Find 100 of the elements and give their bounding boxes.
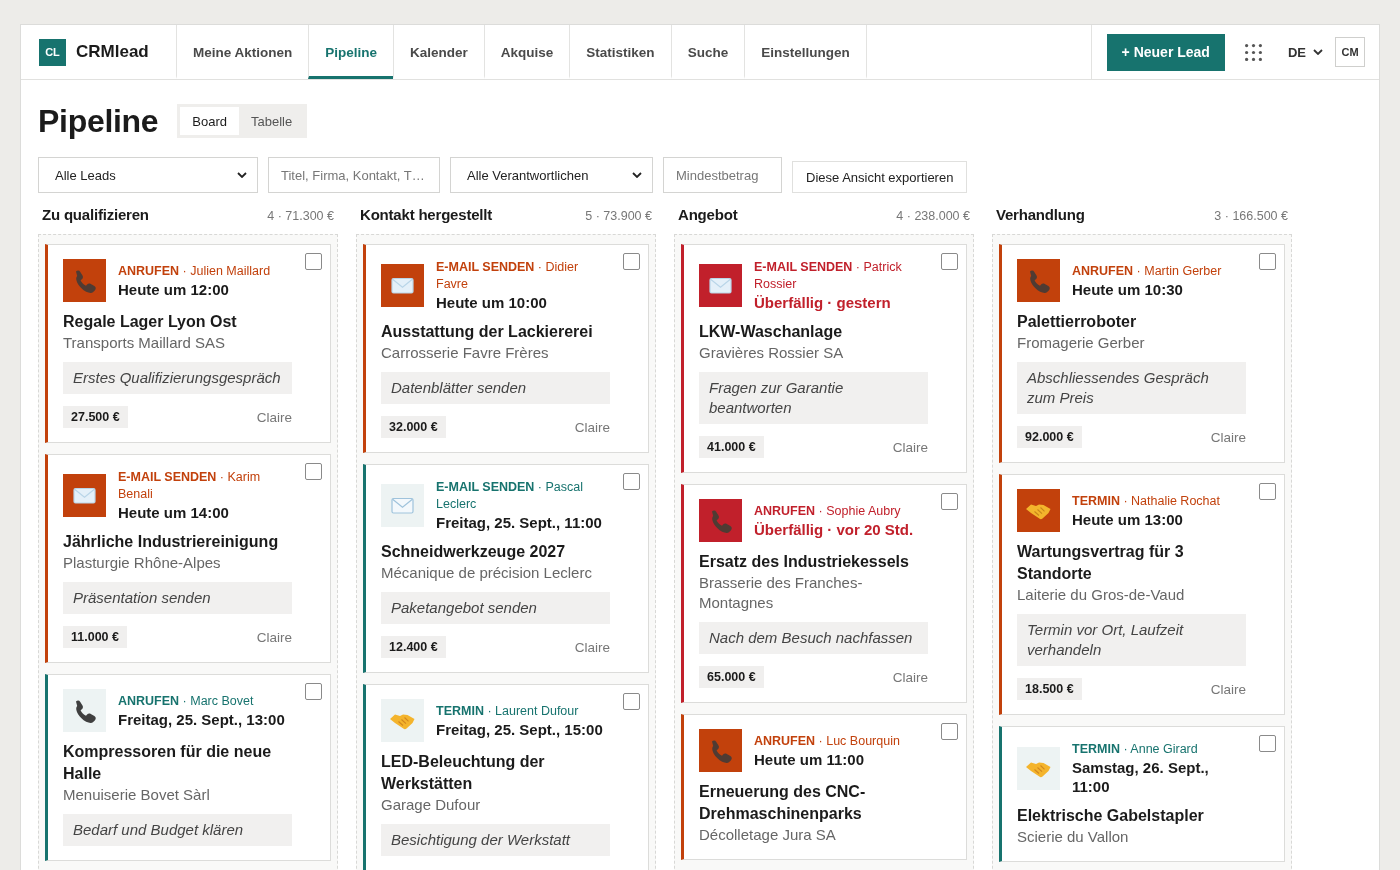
lead-card[interactable]: ANRUFEN · Martin Gerber Heute um 10:30 Palettierroboter Fromagerie Gerber Abschliessendes Gespräch zum Preis 92.000 € Claire <box>999 244 1285 463</box>
card-checkbox[interactable] <box>941 493 958 510</box>
lead-title: Ersatz des Industriekessels <box>699 552 910 572</box>
company-name: Brasserie des Franches-Montagnes <box>699 573 864 613</box>
brand-name: CRMlead <box>76 42 149 62</box>
owner-name: Claire <box>1210 429 1246 445</box>
next-step-note: Termin vor Ort, Laufzeit verhandeln <box>1017 614 1246 666</box>
company-name: Décolletage Jura SA <box>699 825 837 845</box>
nav-tab[interactable]: Akquise <box>483 25 570 79</box>
next-step-note: Besichtigung der Werkstatt <box>381 824 610 856</box>
company-name: Fromagerie Gerber <box>1017 333 1146 353</box>
user-avatar[interactable]: CM <box>1335 37 1365 67</box>
apps-grid-icon[interactable] <box>1244 43 1262 61</box>
action-line: E-MAIL SENDEN · Didier Favre <box>436 259 580 293</box>
language-select[interactable]: DE <box>1287 44 1323 60</box>
owner-name: Claire <box>1210 681 1246 697</box>
column-summary: 5 · 73.900 € <box>585 209 652 223</box>
logo-mark: CL <box>39 38 66 66</box>
card-checkbox[interactable] <box>1259 735 1276 752</box>
owner-filter-select[interactable]: Alle Verantwortlichen <box>450 157 653 193</box>
card-checkbox[interactable] <box>941 253 958 270</box>
deal-amount: 18.500 € <box>1017 678 1082 700</box>
next-step-note: Abschliessendes Gespräch zum Preis <box>1017 362 1246 414</box>
lead-card[interactable]: E-MAIL SENDEN · Patrick Rossier Überfällig · gestern LKW-Waschanlage Gravières Rossier SA Fragen zur Garantie beantworten 41.000 € Claire <box>681 244 967 473</box>
next-step-note: Nach dem Besuch nachfassen <box>699 622 928 654</box>
chevron-icon <box>632 172 642 178</box>
lead-card[interactable]: E-MAIL SENDEN · Didier Favre Heute um 10:00 Ausstattung der Lackiererei Carrosserie Favre Frères Datenblätter senden 32.000 € Claire <box>363 244 649 453</box>
card-checkbox[interactable] <box>623 473 640 490</box>
card-checkbox[interactable] <box>1259 253 1276 270</box>
next-step-note: Fragen zur Garantie beantworten <box>699 372 928 424</box>
page-title: Pipeline <box>38 102 159 141</box>
deal-amount: 12.400 € <box>381 636 446 658</box>
card-checkbox[interactable] <box>305 683 322 700</box>
due-time: Heute um 12:00 <box>118 279 230 299</box>
due-time: Heute um 10:00 <box>436 293 548 312</box>
nav-tab[interactable]: Pipeline <box>308 25 394 79</box>
chevron-icon <box>1313 49 1323 55</box>
action-line: ANRUFEN · Julien Maillard <box>118 262 271 280</box>
lead-card[interactable]: ANRUFEN · Julien Maillard Heute um 12:00 Regale Lager Lyon Ost Transports Maillard SAS Erstes Qualifizierungsgespräch 27.500 € Claire <box>45 244 331 443</box>
search-field[interactable]: Titel, Firma, Kontakt, T… <box>268 157 440 193</box>
card-checkbox[interactable] <box>623 693 640 710</box>
action-line: TERMIN · Laurent Dufour <box>436 702 580 720</box>
lead-title: Wartungsvertrag für 3 Standorte <box>1017 542 1185 584</box>
view-tab[interactable]: Tabelle <box>239 107 305 135</box>
next-step-note: Erstes Qualifizierungsgespräch <box>63 362 292 394</box>
next-step-note: Präsentation senden <box>63 582 292 614</box>
action-line: TERMIN · Nathalie Rochat <box>1072 492 1220 510</box>
card-checkbox[interactable] <box>623 253 640 270</box>
view-tab[interactable]: Board <box>180 107 239 135</box>
card-checkbox[interactable] <box>305 463 322 480</box>
due-time: Heute um 11:00 <box>754 749 866 769</box>
action-line: ANRUFEN · Sophie Aubry <box>754 502 902 520</box>
column-summary: 4 · 71.300 € <box>267 209 334 223</box>
lead-title: LED-Beleuchtung der Werkstätten <box>381 752 546 794</box>
company-name: Plasturgie Rhône-Alpes <box>63 553 222 573</box>
company-name: Menuiserie Bovet Sàrl <box>63 785 211 805</box>
action-line: TERMIN · Anne Girard <box>1072 741 1199 758</box>
company-name: Scierie du Vallon <box>1017 827 1130 847</box>
chevron-icon <box>237 172 247 178</box>
deal-amount: 27.500 € <box>63 406 128 428</box>
action-line: ANRUFEN · Marc Bovet <box>118 692 255 710</box>
lead-card[interactable]: TERMIN · Laurent Dufour Freitag, 25. Sept., 15:00 LED-Beleuchtung der Werkstätten Garage Dufour Besichtigung der Werkstatt <box>363 684 649 870</box>
min-amount-field[interactable]: Mindestbetrag <box>663 157 782 193</box>
lead-title: Schneidwerkzeuge 2027 <box>381 542 567 562</box>
nav-tab[interactable]: Meine Aktionen <box>176 25 309 79</box>
lead-title: Kompressoren für die neue Halle <box>63 742 273 784</box>
owner-name: Claire <box>574 419 610 435</box>
company-name: Gravières Rossier SA <box>699 343 845 363</box>
card-checkbox[interactable] <box>1259 483 1276 500</box>
owner-name: Claire <box>256 409 292 425</box>
nav-tab[interactable]: Statistiken <box>569 25 671 79</box>
nav-tab[interactable]: Suche <box>670 25 745 79</box>
lead-card[interactable]: ANRUFEN · Luc Bourquin Heute um 11:00 Erneuerung des CNC-Drehmaschinenparks Décolletage Jura SA <box>681 714 967 860</box>
lead-card[interactable]: ANRUFEN · Marc Bovet Freitag, 25. Sept., 13:00 Kompressoren für die neue Halle Menuiserie Bovet Sàrl Bedarf und Budget klären <box>45 674 331 861</box>
lead-title: Ausstattung der Lackiererei <box>381 322 594 342</box>
lead-card[interactable]: E-MAIL SENDEN · Karim Benali Heute um 14:00 Jährliche Industriereinigung Plasturgie Rhône-Alpes Präsentation senden 11.000 € Claire <box>45 454 331 663</box>
card-checkbox[interactable] <box>941 723 958 740</box>
nav-tab[interactable]: Kalender <box>393 25 484 79</box>
lead-filter-select[interactable]: Alle Leads <box>38 157 258 193</box>
lead-card[interactable]: ANRUFEN · Sophie Aubry Überfällig · vor 20 Std. Ersatz des Industriekessels Brasserie des Franches-Montagnes Nach dem Besuch nachfassen 65.000 € Claire <box>681 484 967 703</box>
lead-card[interactable]: TERMIN · Nathalie Rochat Heute um 13:00 Wartungsvertrag für 3 Standorte Laiterie du Gros-de-Vaud Termin vor Ort, Laufzeit verhandeln 18.500 € Claire <box>999 474 1285 715</box>
due-time: Freitag, 25. Sept., 15:00 <box>436 719 603 739</box>
lead-title: Regale Lager Lyon Ost <box>63 312 238 332</box>
new-lead-button[interactable]: + Neuer Lead <box>1106 33 1225 71</box>
company-name: Carrosserie Favre Frères <box>381 343 550 363</box>
column-summary: 4 · 238.000 € <box>896 209 970 223</box>
owner-name: Claire <box>892 669 928 685</box>
company-name: Transports Maillard SAS <box>63 333 226 353</box>
owner-name: Claire <box>574 639 610 655</box>
lead-card[interactable]: E-MAIL SENDEN · Pascal Leclerc Freitag, 25. Sept., 11:00 Schneidwerkzeuge 2027 Mécanique de précision Leclerc Paketangebot senden 12.400 € Claire <box>363 464 649 673</box>
column-title: Kontakt hergestellt <box>360 206 493 223</box>
nav-tab[interactable]: Einstellungen <box>744 25 867 79</box>
card-checkbox[interactable] <box>305 253 322 270</box>
next-step-note: Paketangebot senden <box>381 592 610 624</box>
deal-amount: 11.000 € <box>63 626 127 648</box>
due-time: Freitag, 25. Sept., 11:00 <box>436 513 603 532</box>
lead-card[interactable]: TERMIN · Anne Girard Samstag, 26. Sept., 11:00 Elektrische Gabelstapler Scierie du Vallon <box>999 726 1285 862</box>
due-time: Heute um 14:00 <box>118 503 230 522</box>
due-time: Heute um 13:00 <box>1072 509 1184 529</box>
export-button[interactable]: Diese Ansicht exportieren <box>792 161 968 193</box>
